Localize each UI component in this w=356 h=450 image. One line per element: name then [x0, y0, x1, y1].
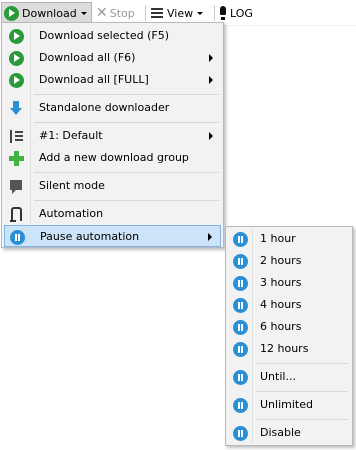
menu-item-standalone-downloader[interactable]: Standalone downloader: [4, 97, 221, 119]
pause-automation-submenu: 1 hour 2 hours 3 hours 4 hours 6 hours 1…: [225, 226, 353, 446]
menu-separator: [256, 391, 348, 392]
menu-item-label: 12 hours: [260, 342, 309, 355]
speech-bubble-icon: [10, 179, 22, 194]
pause-icon: [232, 397, 248, 413]
submenu-item-2-hours[interactable]: 2 hours: [228, 250, 350, 272]
toolbar-divider: [214, 5, 215, 21]
download-button-label: Download: [22, 6, 77, 20]
menu-item-label: Pause automation: [40, 230, 140, 243]
submenu-item-1-hour[interactable]: 1 hour: [228, 228, 350, 250]
menu-item-label: Unlimited: [260, 398, 313, 411]
view-button-label: View: [167, 6, 194, 20]
menu-item-label: Silent mode: [39, 179, 105, 192]
menu-item-silent-mode[interactable]: Silent mode: [4, 175, 221, 197]
arrow-down-icon: [10, 100, 22, 116]
menu-separator: [256, 363, 348, 364]
submenu-item-unlimited[interactable]: Unlimited: [228, 394, 350, 416]
pause-icon: [232, 369, 248, 385]
automation-icon: [9, 207, 22, 222]
menu-item-label: Add a new download group: [39, 151, 189, 164]
menu-item-add-download-group[interactable]: Add a new download group: [4, 147, 221, 169]
menu-item-label: 6 hours: [260, 320, 302, 333]
submenu-item-12-hours[interactable]: 12 hours: [228, 338, 350, 360]
menu-item-download-all[interactable]: Download all (F6): [4, 47, 221, 69]
chevron-down-icon: [197, 11, 204, 15]
pause-icon: [232, 231, 248, 247]
submenu-arrow-icon: [209, 76, 213, 84]
menu-separator: [34, 172, 219, 173]
play-icon: [4, 5, 19, 21]
pause-icon: [232, 253, 248, 269]
stop-button[interactable]: ✕ Stop: [96, 2, 135, 24]
plus-icon: [8, 150, 24, 166]
menu-item-label: 2 hours: [260, 254, 302, 267]
menu-item-automation[interactable]: Automation: [4, 203, 221, 225]
submenu-arrow-icon: [208, 233, 212, 241]
play-icon: [8, 50, 24, 66]
menu-item-label: Download selected (F5): [39, 29, 170, 42]
lightbulb-icon: [220, 6, 226, 20]
menu-item-label: Standalone downloader: [39, 101, 170, 114]
play-icon: [8, 28, 24, 44]
menu-item-download-all-full[interactable]: Download all [FULL]: [4, 69, 221, 91]
menu-item-label: Until...: [260, 370, 296, 383]
download-dropdown-button[interactable]: Download: [1, 2, 92, 24]
play-icon: [8, 72, 24, 88]
submenu-arrow-icon: [209, 54, 213, 62]
list-icon: [151, 7, 163, 19]
menu-item-label: Download all [FULL]: [39, 73, 149, 86]
pause-icon: [232, 297, 248, 313]
log-button-label: LOG: [230, 6, 253, 20]
menu-item-download-selected[interactable]: Download selected (F5): [4, 25, 221, 47]
view-dropdown-button[interactable]: View: [151, 2, 204, 24]
menu-item-label: 1 hour: [260, 232, 296, 245]
pause-icon: [232, 341, 248, 357]
menu-separator: [34, 200, 219, 201]
chevron-down-icon: [80, 11, 87, 15]
submenu-item-disable[interactable]: Disable: [228, 422, 350, 444]
pause-icon: [9, 229, 25, 245]
menu-separator: [34, 122, 219, 123]
menu-item-download-group-default[interactable]: #1: Default: [4, 125, 221, 147]
menu-separator: [256, 419, 348, 420]
stop-button-label: Stop: [109, 6, 135, 20]
menu-item-label: 3 hours: [260, 276, 302, 289]
submenu-item-4-hours[interactable]: 4 hours: [228, 294, 350, 316]
pause-icon: [232, 275, 248, 291]
menu-item-label: Download all (F6): [39, 51, 136, 64]
menu-item-label: 4 hours: [260, 298, 302, 311]
pause-icon: [232, 319, 248, 335]
submenu-item-3-hours[interactable]: 3 hours: [228, 272, 350, 294]
log-button[interactable]: LOG: [220, 2, 253, 24]
pause-icon: [232, 425, 248, 441]
menu-item-label: Disable: [260, 426, 301, 439]
menu-separator: [34, 94, 219, 95]
menu-item-label: #1: Default: [39, 129, 103, 142]
toolbar-divider: [145, 5, 146, 21]
download-menu: Download selected (F5) Download all (F6)…: [1, 22, 224, 248]
close-icon: ✕: [96, 5, 108, 21]
menu-item-label: Automation: [39, 207, 104, 220]
submenu-arrow-icon: [209, 132, 213, 140]
submenu-item-until[interactable]: Until...: [228, 366, 350, 388]
submenu-item-6-hours[interactable]: 6 hours: [228, 316, 350, 338]
list-icon: [9, 129, 23, 143]
menu-item-pause-automation[interactable]: Pause automation: [4, 225, 221, 247]
